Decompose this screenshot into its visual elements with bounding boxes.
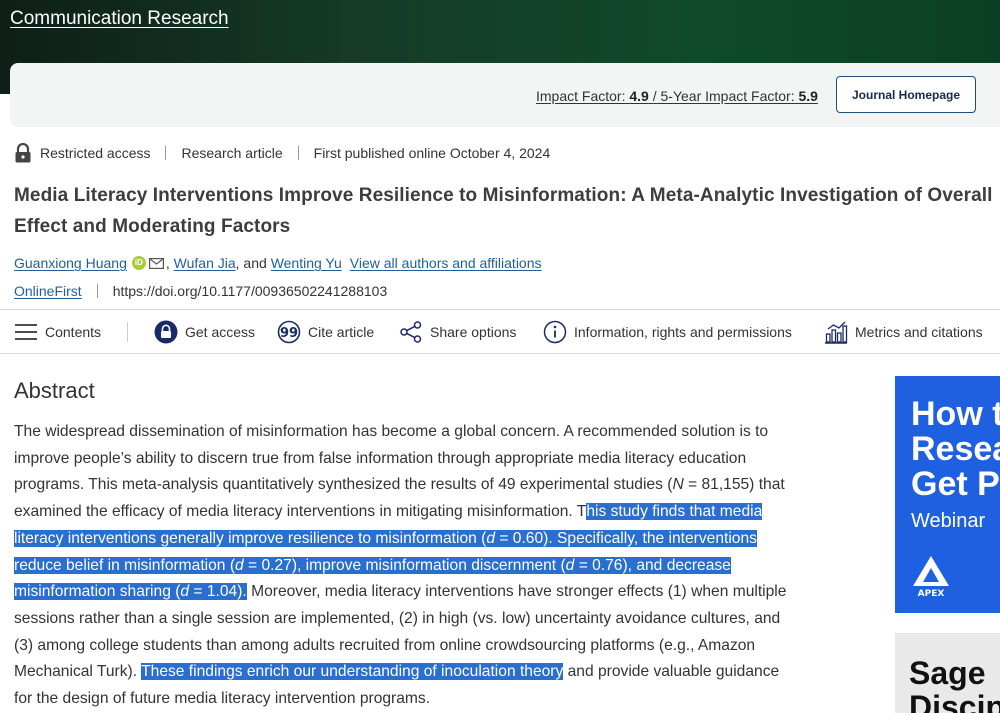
information-rights-label: Information, rights and permissions [574,323,792,340]
share-icon [400,320,422,343]
impact-factor-value: 4.9 [629,88,649,104]
author-separator: , and [235,255,267,271]
abstract-italic: N [672,476,684,494]
ad-subtitle: Webinar [911,510,986,532]
abstract-sentence: = 0.27), improve misinformation discernm… [243,556,566,574]
author-list: Guanxiong Huang iD , Wufan Jia , and Wen… [14,255,542,271]
ad-headline: Discip [909,689,1000,713]
abstract-sentence: The widespread dissemination of misinfor… [14,423,769,494]
bar-chart-icon [825,321,848,344]
share-options-label: Share options [430,323,517,340]
meta-divider [297,146,299,160]
abstract-sentence: = 1.04). [189,583,247,601]
ad-headline: Sage [909,655,986,691]
toolbar-divider [127,322,128,342]
information-rights-button[interactable]: Information, rights and permissions [543,310,792,353]
abstract-text: The widespread dissemination of misinfor… [14,419,789,713]
article-type: Research article [181,145,283,161]
journal-homepage-button[interactable]: Journal Homepage [836,76,976,113]
cite-article-label: Cite article [308,323,375,340]
metrics-citations-label: Metrics and citations [855,323,983,340]
abstract-italic: d [235,556,244,574]
menu-icon [15,323,37,340]
share-options-button[interactable]: Share options [399,310,516,353]
svg-text:APEX: APEX [918,589,945,598]
impact-factor-link[interactable]: Impact Factor: 4.9 / 5-Year Impact Facto… [536,88,818,104]
get-access-label: Get access [185,323,256,340]
view-all-authors-link[interactable]: View all authors and affiliations [350,255,542,271]
doi-link[interactable]: https://doi.org/10.1177/0093650224128810… [113,283,388,299]
selected-text: These findings enrich our understanding … [141,663,564,681]
get-access-button[interactable]: Get access [154,310,255,353]
sage-ad-banner[interactable]: Sage Discip [895,633,1000,713]
doi-row: OnlineFirst https://doi.org/10.1177/0093… [14,283,387,299]
abstract-italic: d [180,583,190,601]
cite-article-button[interactable]: 99 Cite article [277,310,374,353]
ad-headline: How t [911,395,1000,433]
author-link[interactable]: Wenting Yu [271,255,342,271]
apex-logo-icon: APEX [913,556,949,598]
ad-headline: Get P [911,465,1000,503]
abstract-heading: Abstract [14,378,95,403]
contents-label: Contents [45,323,102,340]
online-first-link[interactable]: OnlineFirst [14,283,82,299]
abstract-italic: d [486,529,496,547]
lock-icon [15,143,31,163]
meta-divider [96,284,98,298]
quote-icon: 99 [277,320,301,343]
author-link[interactable]: Guanxiong Huang [14,255,127,271]
author-separator: , [165,255,170,271]
publication-date: First published online October 4, 2024 [313,145,551,161]
five-year-impact-label: 5-Year Impact Factor: [660,88,795,104]
lock-icon [154,320,178,343]
svg-text:99: 99 [280,326,298,341]
meta-divider [165,146,167,160]
webinar-ad-banner[interactable]: How t Resea Get P Webinar APEX [895,376,1000,613]
contents-button[interactable]: Contents [14,310,101,353]
orcid-icon[interactable]: iD [131,256,146,270]
access-status: Restricted access [40,145,151,161]
article-meta-row: Restricted access Research article First… [14,142,550,164]
mail-icon[interactable] [148,257,164,269]
article-toolbar: Contents Get access 99 Cite article Shar… [0,309,1000,354]
metrics-citations-button[interactable]: Metrics and citations [824,310,983,353]
ad-headline: Resea [911,430,1000,468]
impact-separator: / [652,88,657,104]
five-year-impact-value: 5.9 [798,88,818,104]
info-icon [543,320,567,343]
journal-title-link[interactable]: Communication Research [10,8,229,30]
article-title: Media Literacy Interventions Improve Res… [14,185,993,237]
author-link[interactable]: Wufan Jia [174,255,236,271]
impact-factor-label: Impact Factor: [536,88,626,104]
